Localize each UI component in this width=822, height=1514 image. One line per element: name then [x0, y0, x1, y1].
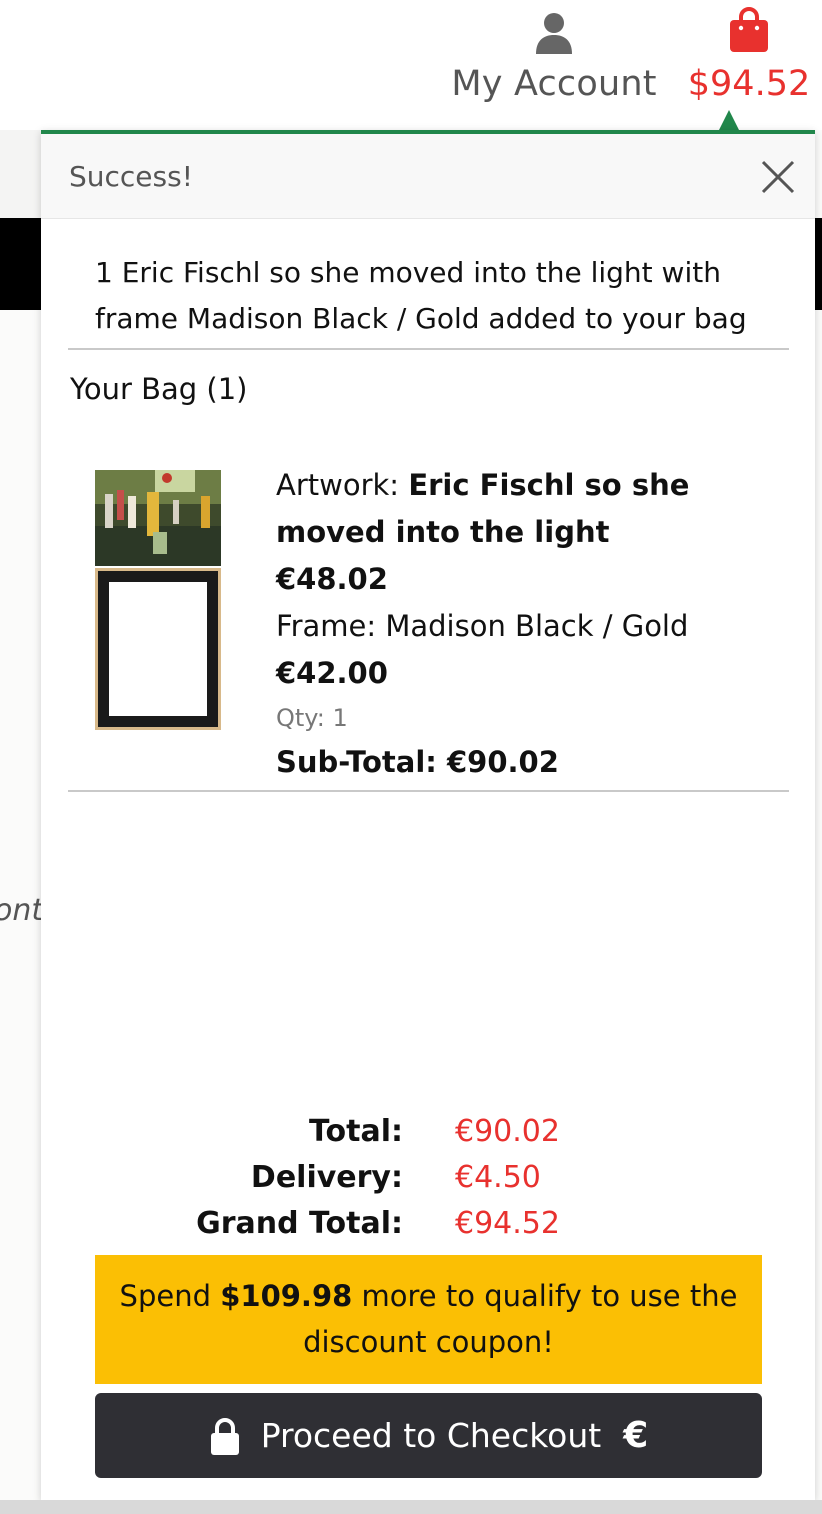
artwork-price: €48.02	[276, 562, 388, 596]
bag-item-details: Artwork: Eric Fischl so she moved into t…	[276, 462, 746, 786]
shopping-bag-link[interactable]: $94.52	[684, 6, 814, 110]
bag-item-thumbnail[interactable]	[95, 470, 221, 730]
frame-image	[95, 568, 221, 730]
person-icon	[536, 13, 572, 54]
page-bottom-strip	[0, 1500, 822, 1514]
euro-icon: €	[623, 1415, 649, 1456]
delivery-value: €4.50	[455, 1160, 541, 1195]
total-row: Total: €90.02	[41, 1114, 815, 1160]
total-value: €90.02	[455, 1114, 560, 1149]
delivery-row: Delivery: €4.50	[41, 1160, 815, 1206]
artwork-image	[95, 470, 221, 566]
item-quantity: Qty: 1	[276, 704, 348, 732]
order-totals: Total: €90.02 Delivery: €4.50 Grand Tota…	[41, 1114, 815, 1252]
popover-title: Success!	[69, 160, 193, 193]
grand-total-value: €94.52	[455, 1206, 560, 1241]
total-label: Total:	[309, 1114, 403, 1149]
bag-total: $94.52	[687, 64, 811, 104]
grand-total-label: Grand Total:	[196, 1206, 403, 1241]
coupon-notice: Spend $109.98 more to qualify to use the…	[95, 1255, 762, 1384]
artwork-line: Artwork: Eric Fischl so she moved into t…	[276, 462, 746, 556]
bag-success-popover: Success! 1 Eric Fischl so she moved into…	[41, 130, 815, 1500]
grand-total-row: Grand Total: €94.52	[41, 1206, 815, 1252]
frame-name: Frame: Madison Black / Gold	[276, 609, 689, 643]
coupon-amount: $109.98	[220, 1279, 353, 1313]
coupon-prefix: Spend	[119, 1279, 221, 1313]
coupon-suffix: more to qualify to use the discount coup…	[303, 1279, 738, 1359]
popover-arrow	[719, 110, 739, 130]
item-subtotal: Sub-Total: €90.02	[276, 745, 559, 779]
background-panel	[0, 130, 42, 218]
frame-price: €42.00	[276, 656, 388, 690]
my-account-label: My Account	[451, 64, 657, 104]
bag-heading: Your Bag (1)	[70, 372, 248, 406]
proceed-to-checkout-button[interactable]: Proceed to Checkout €	[95, 1393, 762, 1478]
site-header: My Account $94.52	[0, 0, 822, 130]
shopping-bag-icon	[730, 7, 768, 52]
divider	[68, 790, 789, 792]
divider	[68, 348, 789, 350]
delivery-label: Delivery:	[250, 1160, 403, 1195]
artwork-label: Artwork:	[276, 468, 409, 502]
lock-icon	[210, 1417, 239, 1455]
checkout-label: Proceed to Checkout	[260, 1416, 602, 1455]
close-icon[interactable]	[759, 158, 797, 196]
success-message: 1 Eric Fischl so she moved into the ligh…	[95, 256, 747, 335]
popover-header: Success!	[41, 134, 815, 219]
my-account-link[interactable]: My Account	[448, 6, 660, 110]
